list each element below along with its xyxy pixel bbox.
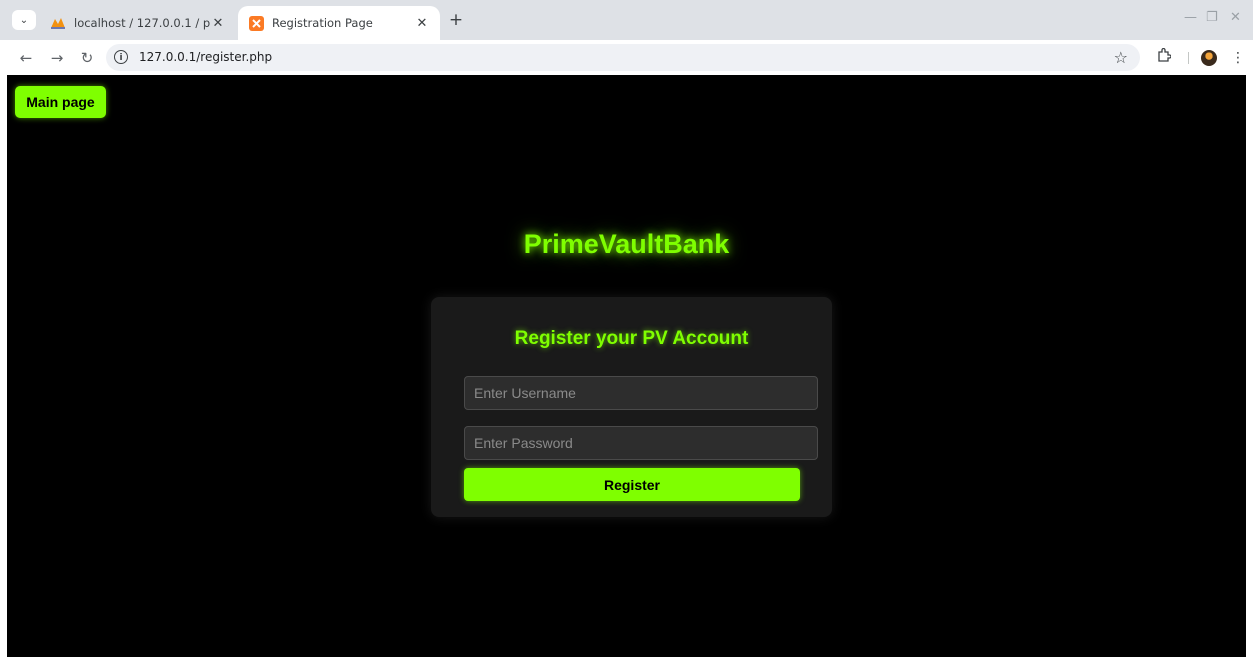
restore-icon[interactable]: ❐	[1206, 10, 1218, 25]
tab-search-icon[interactable]: ⌄	[12, 10, 36, 30]
phpmyadmin-icon	[50, 15, 66, 31]
close-window-icon[interactable]: ✕	[1230, 10, 1241, 25]
username-input[interactable]	[464, 376, 818, 410]
tab-title: localhost / 127.0.0.1 / primeban	[74, 16, 210, 30]
browser-toolbar: ← → ↻ i 127.0.0.1/register.php ☆ ⋮	[0, 40, 1253, 75]
main-page-button[interactable]: Main page	[15, 86, 106, 118]
reload-icon[interactable]: ↻	[77, 48, 97, 68]
site-info-icon[interactable]: i	[114, 50, 128, 64]
new-tab-icon[interactable]: +	[446, 10, 466, 30]
page-viewport: Main page PrimeVaultBank Register your P…	[7, 75, 1246, 657]
browser-chrome: ⌄ localhost / 127.0.0.1 / primeban ✕ Reg…	[0, 0, 1253, 75]
profile-avatar[interactable]	[1201, 50, 1217, 66]
register-button[interactable]: Register	[464, 468, 800, 501]
close-icon[interactable]: ✕	[210, 16, 226, 31]
password-input[interactable]	[464, 426, 818, 460]
tab-registration-page[interactable]: Registration Page ✕	[238, 6, 440, 40]
minimize-icon[interactable]: —	[1184, 10, 1197, 25]
url-text[interactable]: 127.0.0.1/register.php	[139, 50, 272, 64]
form-title: Register your PV Account	[514, 328, 749, 349]
register-card: Register your PV Account Register	[431, 297, 832, 517]
xampp-icon	[248, 15, 264, 31]
tab-title: Registration Page	[272, 16, 373, 30]
forward-icon[interactable]: →	[47, 48, 67, 68]
back-icon[interactable]: ←	[16, 48, 36, 68]
menu-kebab-icon[interactable]: ⋮	[1228, 48, 1248, 68]
address-bar[interactable]: i 127.0.0.1/register.php ☆	[106, 44, 1140, 71]
tab-phpmyadmin[interactable]: localhost / 127.0.0.1 / primeban ✕	[40, 6, 236, 40]
close-icon[interactable]: ✕	[414, 16, 430, 31]
brand-title: PrimeVaultBank	[523, 229, 730, 259]
tab-strip: ⌄ localhost / 127.0.0.1 / primeban ✕ Reg…	[0, 0, 1253, 40]
extensions-icon[interactable]	[1154, 47, 1174, 68]
bookmark-star-icon[interactable]: ☆	[1114, 48, 1128, 67]
toolbar-divider	[1188, 52, 1189, 64]
